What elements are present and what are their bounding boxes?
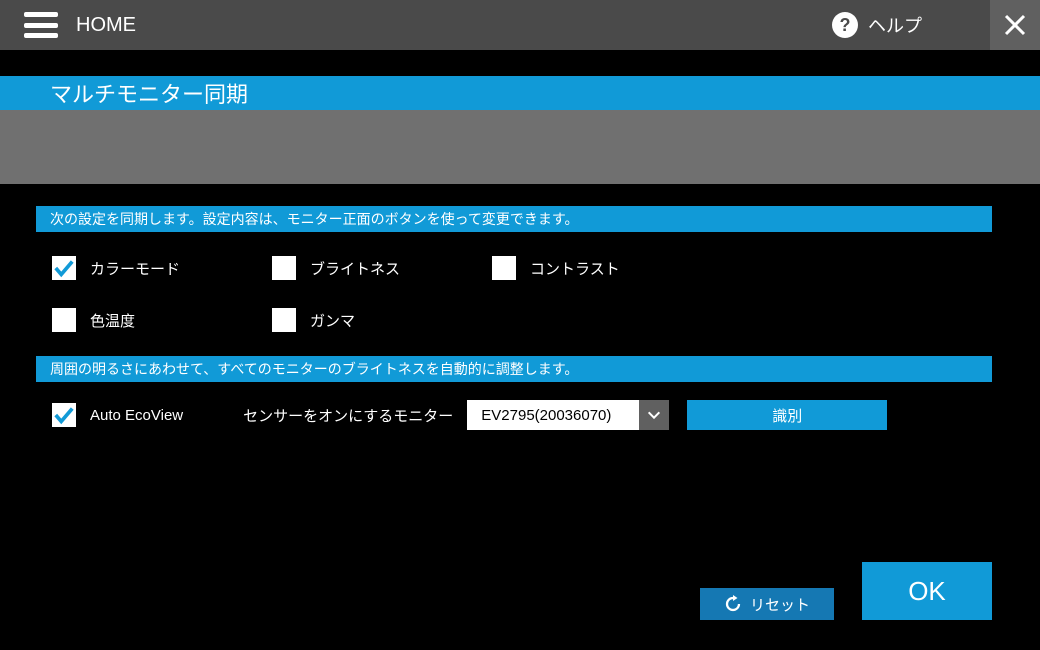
checkbox[interactable] — [272, 256, 296, 280]
checkbox[interactable] — [272, 308, 296, 332]
option-contrast[interactable]: コントラスト — [492, 256, 712, 280]
chevron-down-icon — [639, 400, 669, 430]
checkbox[interactable] — [492, 256, 516, 280]
option-color-mode[interactable]: カラーモード — [52, 256, 272, 280]
option-label: ブライトネス — [310, 258, 400, 279]
option-label: 色温度 — [90, 310, 135, 331]
dropdown-selected: EV2795(20036070) — [467, 400, 639, 430]
sensor-monitor-label: センサーをオンにするモニター — [243, 405, 453, 426]
ok-button[interactable]: OK — [862, 562, 992, 620]
reset-label: リセット — [750, 594, 810, 615]
refresh-icon — [724, 595, 742, 613]
section-header-ecoview: 周囲の明るさにあわせて、すべてのモニターのブライトネスを自動的に調整します。 — [36, 356, 992, 382]
reset-button[interactable]: リセット — [700, 588, 834, 620]
checkbox[interactable] — [52, 256, 76, 280]
option-auto-ecoview[interactable]: Auto EcoView — [52, 403, 183, 427]
spacer — [0, 184, 1040, 206]
help-button[interactable]: ? ヘルプ — [832, 0, 922, 50]
footer-buttons: リセット OK — [700, 562, 992, 620]
close-icon — [1003, 13, 1027, 37]
option-label: ガンマ — [310, 310, 355, 331]
option-brightness[interactable]: ブライトネス — [272, 256, 492, 280]
identify-button[interactable]: 識別 — [687, 400, 887, 430]
sync-options-grid: カラーモード ブライトネス コントラスト 色温度 ガンマ — [52, 232, 992, 356]
option-label: カラーモード — [90, 258, 180, 279]
option-color-temp[interactable]: 色温度 — [52, 308, 272, 332]
help-icon: ? — [832, 12, 858, 38]
section-header-sync: 次の設定を同期します。設定内容は、モニター正面のボタンを使って変更できます。 — [36, 206, 992, 232]
menu-icon[interactable] — [24, 12, 58, 38]
option-label: コントラスト — [530, 258, 620, 279]
option-gamma[interactable]: ガンマ — [272, 308, 492, 332]
checkbox[interactable] — [52, 308, 76, 332]
checkbox[interactable] — [52, 403, 76, 427]
page-title: マルチモニター同期 — [0, 76, 1040, 110]
help-label: ヘルプ — [868, 12, 922, 38]
ecoview-row: Auto EcoView センサーをオンにするモニター EV2795(20036… — [52, 382, 992, 430]
sensor-monitor-dropdown[interactable]: EV2795(20036070) — [467, 400, 669, 430]
home-label[interactable]: HOME — [76, 14, 136, 37]
close-button[interactable] — [990, 0, 1040, 50]
preview-band — [0, 110, 1040, 184]
topbar: HOME ? ヘルプ — [0, 0, 1040, 50]
spacer — [0, 50, 1040, 76]
option-label: Auto EcoView — [90, 407, 183, 424]
